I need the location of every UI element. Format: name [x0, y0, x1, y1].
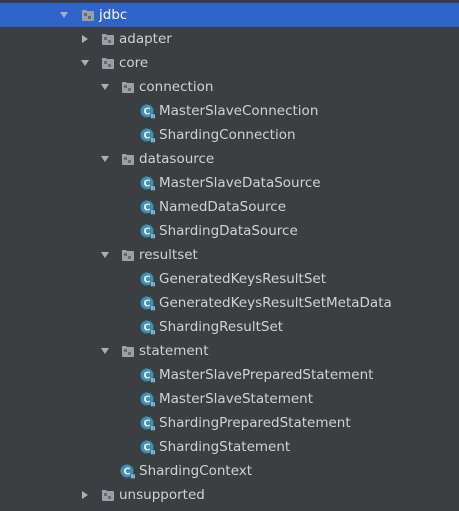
package-icon	[100, 487, 116, 503]
tree-node-unsupported[interactable]: unsupported	[0, 483, 459, 507]
class-icon	[140, 175, 156, 191]
tree-node-label: adapter	[119, 31, 172, 47]
class-icon	[140, 439, 156, 455]
tree-node-label: core	[119, 55, 149, 71]
tree-node-core[interactable]: core	[0, 51, 459, 75]
chevron-down-icon[interactable]	[58, 3, 70, 27]
package-icon	[120, 151, 136, 167]
package-icon	[120, 247, 136, 263]
tree-node-label: ShardingConnection	[159, 127, 296, 143]
tree-node-class[interactable]: MasterSlaveDataSource	[0, 171, 459, 195]
tree-node-label: MasterSlavePreparedStatement	[159, 367, 374, 383]
class-icon	[140, 223, 156, 239]
tree-node-connection[interactable]: connection	[0, 75, 459, 99]
tree-node-label: statement	[139, 343, 209, 359]
tree-node-label: resultset	[139, 247, 198, 263]
tree-node-datasource[interactable]: datasource	[0, 147, 459, 171]
class-icon	[140, 103, 156, 119]
tree-node-label: ShardingContext	[139, 463, 253, 479]
chevron-down-icon[interactable]	[79, 51, 91, 75]
tree-node-label: GeneratedKeysResultSetMetaData	[159, 295, 392, 311]
chevron-down-icon[interactable]	[99, 75, 111, 99]
tree-node-class[interactable]: ShardingDataSource	[0, 219, 459, 243]
tree-node-label: ShardingPreparedStatement	[159, 415, 351, 431]
tree-node-label: jdbc	[99, 7, 128, 23]
tree-node-adapter[interactable]: adapter	[0, 27, 459, 51]
tree-node-label: MasterSlaveConnection	[159, 103, 319, 119]
class-icon	[140, 271, 156, 287]
project-tree: jdbc adapter core connection MasterSlave…	[0, 0, 459, 511]
tree-node-sharding-context[interactable]: ShardingContext	[0, 459, 459, 483]
class-icon	[140, 367, 156, 383]
tree-node-class[interactable]: GeneratedKeysResultSetMetaData	[0, 291, 459, 315]
tree-node-label: MasterSlaveStatement	[159, 391, 314, 407]
class-icon	[140, 295, 156, 311]
package-icon	[100, 31, 116, 47]
tree-node-label: datasource	[139, 151, 215, 167]
class-icon	[140, 415, 156, 431]
tree-node-label: ShardingStatement	[159, 439, 291, 455]
tree-node-label: GeneratedKeysResultSet	[159, 271, 327, 287]
chevron-right-icon[interactable]	[79, 483, 91, 507]
tree-node-label: MasterSlaveDataSource	[159, 175, 321, 191]
chevron-down-icon[interactable]	[99, 243, 111, 267]
tree-node-label: NamedDataSource	[159, 199, 286, 215]
chevron-down-icon[interactable]	[99, 147, 111, 171]
tree-node-class[interactable]: ShardingPreparedStatement	[0, 411, 459, 435]
tree-node-resultset[interactable]: resultset	[0, 243, 459, 267]
tree-node-label: connection	[139, 79, 214, 95]
package-icon	[120, 79, 136, 95]
class-icon	[140, 199, 156, 215]
tree-node-class[interactable]: ShardingConnection	[0, 123, 459, 147]
class-icon	[120, 463, 136, 479]
tree-node-jdbc[interactable]: jdbc	[0, 3, 459, 27]
tree-node-statement[interactable]: statement	[0, 339, 459, 363]
chevron-down-icon[interactable]	[99, 339, 111, 363]
class-icon	[140, 391, 156, 407]
package-icon	[80, 7, 96, 23]
tree-node-class[interactable]: ShardingStatement	[0, 435, 459, 459]
tree-node-class[interactable]: MasterSlavePreparedStatement	[0, 363, 459, 387]
tree-node-label: unsupported	[119, 487, 205, 503]
tree-node-label: ShardingDataSource	[159, 223, 298, 239]
tree-node-class[interactable]: NamedDataSource	[0, 195, 459, 219]
chevron-right-icon[interactable]	[79, 27, 91, 51]
class-icon	[140, 319, 156, 335]
package-icon	[120, 343, 136, 359]
tree-node-class[interactable]: MasterSlaveConnection	[0, 99, 459, 123]
tree-node-class[interactable]: ShardingResultSet	[0, 315, 459, 339]
tree-node-class[interactable]: GeneratedKeysResultSet	[0, 267, 459, 291]
class-icon	[140, 127, 156, 143]
tree-node-class[interactable]: MasterSlaveStatement	[0, 387, 459, 411]
package-icon	[100, 55, 116, 71]
tree-node-label: ShardingResultSet	[159, 319, 284, 335]
